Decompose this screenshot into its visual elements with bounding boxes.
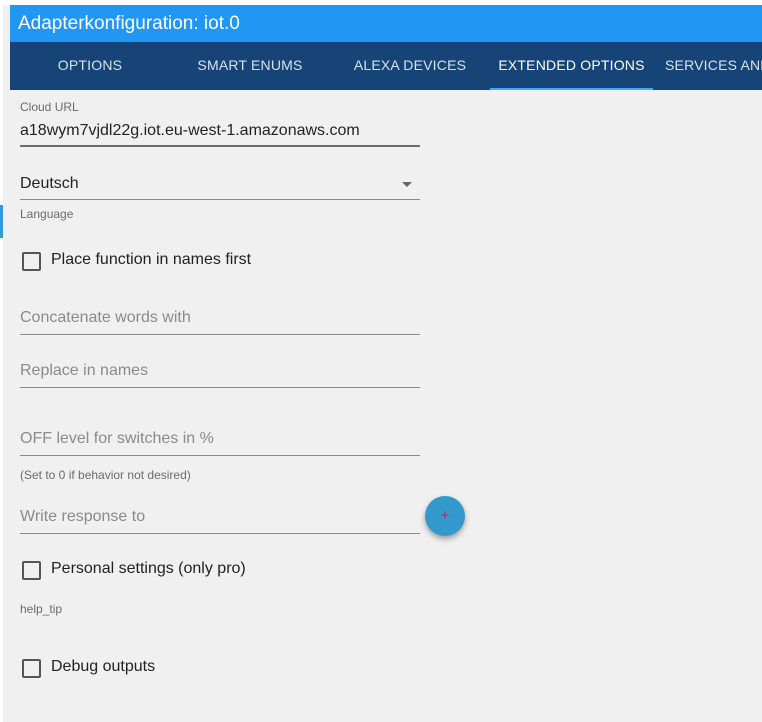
language-helper: Language — [20, 207, 74, 221]
chevron-down-icon[interactable] — [402, 182, 412, 187]
language-underline — [20, 199, 420, 200]
replace-in-names-underline — [20, 387, 420, 388]
active-tab-indicator — [490, 88, 653, 90]
off-level-underline — [20, 455, 420, 456]
debug-outputs-checkbox[interactable] — [22, 659, 41, 678]
write-response-underline — [20, 533, 420, 534]
off-level-helper: (Set to 0 if behavior not desired) — [20, 468, 191, 482]
debug-outputs-label: Debug outputs — [51, 658, 156, 675]
left-strip — [0, 5, 3, 722]
place-function-first-row[interactable]: Place function in names first — [20, 250, 320, 274]
debug-outputs-row[interactable]: Debug outputs — [20, 657, 320, 681]
tab-alexa-devices[interactable]: ALEXA DEVICES — [330, 42, 490, 90]
concatenate-words-input[interactable]: Concatenate words with — [20, 305, 420, 337]
tab-services-and[interactable]: SERVICES AND — [653, 42, 762, 90]
tab-options[interactable]: OPTIONS — [10, 42, 170, 90]
place-function-first-label: Place function in names first — [51, 251, 252, 268]
cloud-url-underline — [20, 145, 420, 147]
personal-settings-label: Personal settings (only pro) — [51, 560, 246, 577]
place-function-first-checkbox[interactable] — [22, 252, 41, 271]
write-response-input[interactable]: Write response to — [20, 504, 420, 536]
personal-settings-checkbox[interactable] — [22, 561, 41, 580]
concatenate-words-underline — [20, 334, 420, 335]
add-write-response-button[interactable]: + — [425, 496, 465, 536]
left-accent-marker — [0, 205, 3, 238]
tab-smart-enums[interactable]: SMART ENUMS — [170, 42, 330, 90]
concatenate-words-placeholder[interactable]: Concatenate words with — [20, 309, 191, 327]
language-value[interactable]: Deutsch — [20, 175, 79, 193]
personal-settings-help-tip: help_tip — [20, 602, 63, 616]
off-level-placeholder[interactable]: OFF level for switches in % — [20, 430, 214, 448]
personal-settings-row[interactable]: Personal settings (only pro) — [20, 559, 320, 583]
off-level-input[interactable]: OFF level for switches in % (Set to 0 if… — [20, 426, 420, 486]
cloud-url-label: Cloud URL — [20, 100, 79, 114]
cloud-url-value[interactable]: a18wym7vjdl22g.iot.eu-west-1.amazonaws.c… — [20, 122, 360, 140]
adapter-config-window: Adapterkonfiguration: iot.0 OPTIONS SMAR… — [0, 0, 762, 722]
cloud-url-field[interactable]: Cloud URL a18wym7vjdl22g.iot.eu-west-1.a… — [20, 98, 420, 148]
replace-in-names-input[interactable]: Replace in names — [20, 358, 420, 390]
tab-extended-options[interactable]: EXTENDED OPTIONS — [490, 42, 653, 90]
replace-in-names-placeholder[interactable]: Replace in names — [20, 362, 148, 380]
tab-bar: OPTIONS SMART ENUMS ALEXA DEVICES EXTEND… — [10, 42, 762, 90]
write-response-placeholder[interactable]: Write response to — [20, 508, 145, 526]
language-select[interactable]: Deutsch Language — [20, 170, 420, 222]
window-title: Adapterkonfiguration: iot.0 — [10, 5, 762, 42]
